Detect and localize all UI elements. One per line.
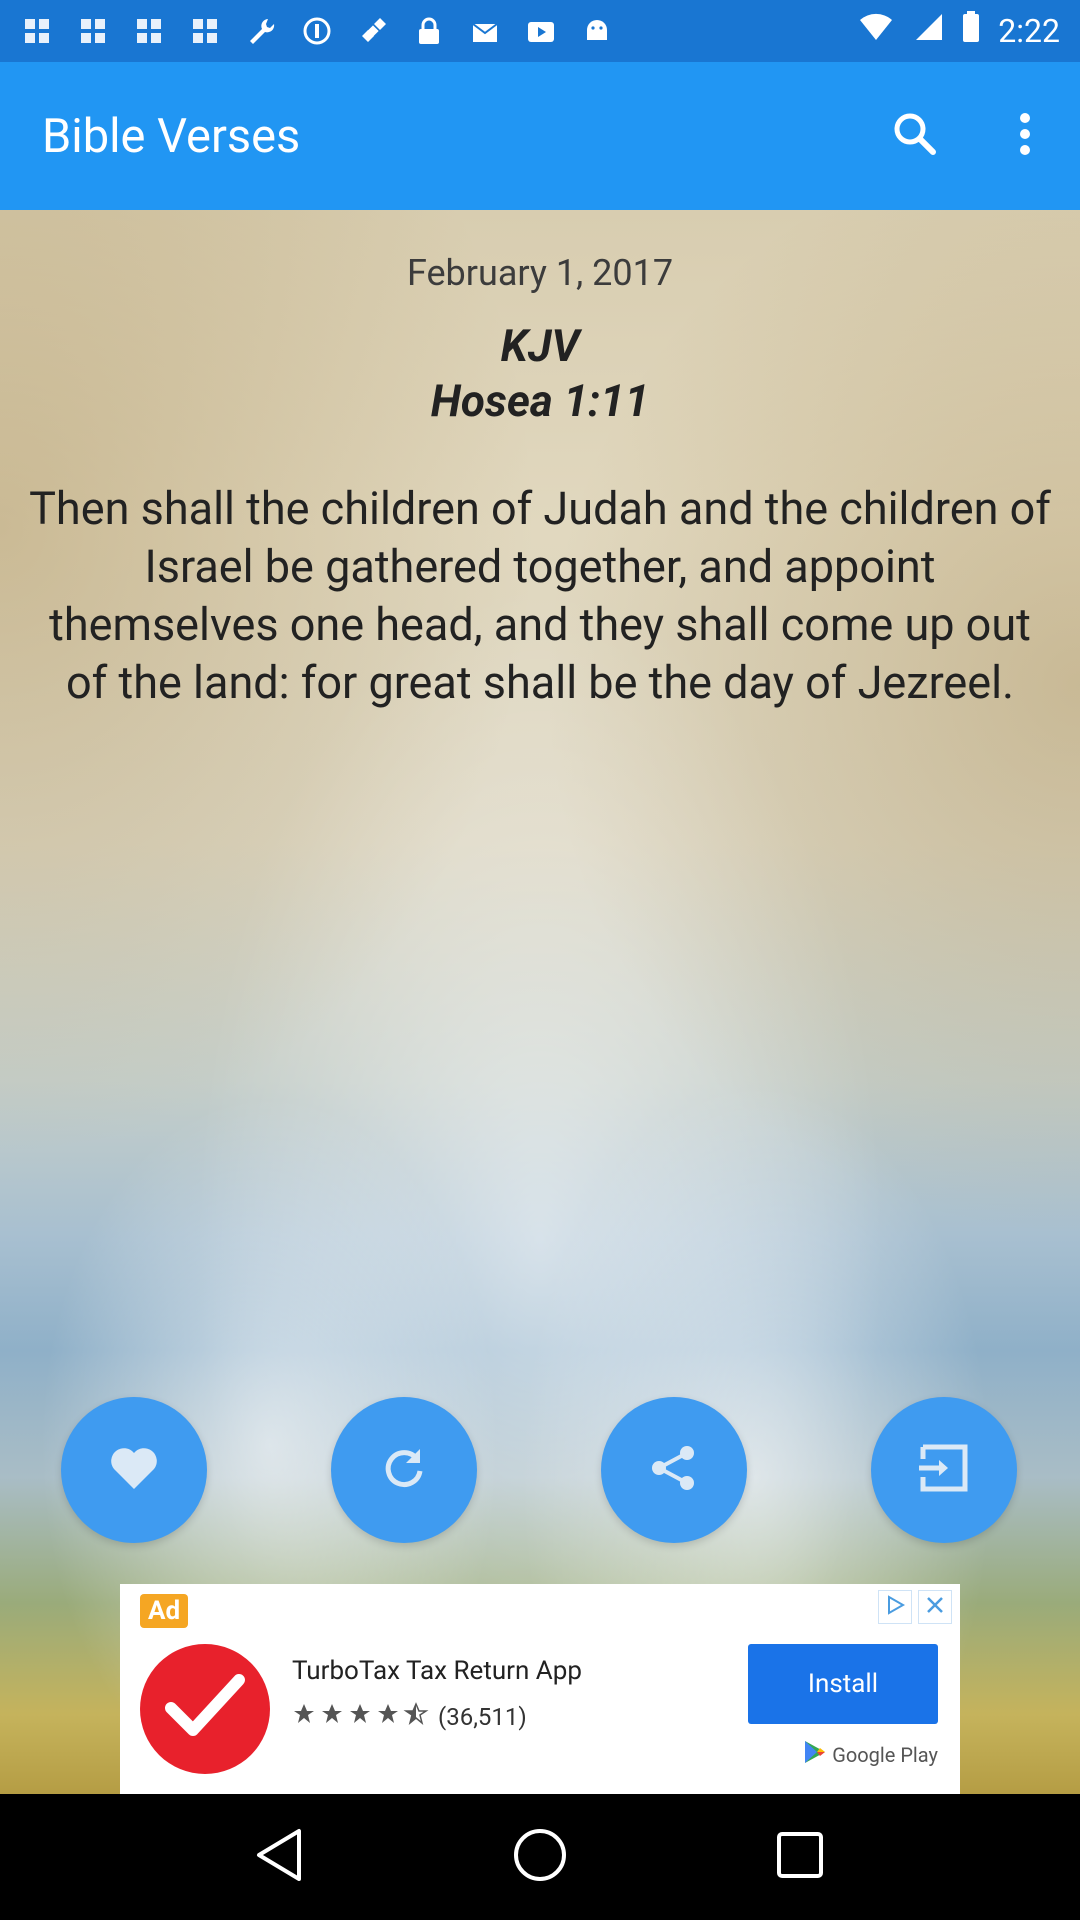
wrench-icon xyxy=(244,14,278,48)
google-play-label: Google Play xyxy=(832,1742,938,1767)
app-bar: Bible Verses xyxy=(0,62,1080,210)
search-button[interactable] xyxy=(860,81,970,191)
overflow-menu-button[interactable] xyxy=(970,81,1080,191)
share-button[interactable] xyxy=(601,1397,747,1543)
youtube-icon xyxy=(524,14,558,48)
signal-icon xyxy=(912,12,944,50)
back-icon xyxy=(255,1827,305,1887)
close-icon xyxy=(924,1594,946,1620)
next-button[interactable] xyxy=(871,1397,1017,1543)
battery-icon xyxy=(962,11,980,51)
checkmark-icon xyxy=(165,1672,245,1746)
ad-info-button[interactable] xyxy=(878,1590,912,1624)
home-button[interactable] xyxy=(500,1817,580,1897)
home-icon xyxy=(512,1827,568,1887)
google-play-badge: Google Play xyxy=(802,1739,938,1770)
turbotax-logo xyxy=(140,1644,270,1774)
fan-icon xyxy=(132,14,166,48)
recents-button[interactable] xyxy=(760,1817,840,1897)
install-button[interactable]: Install xyxy=(748,1644,938,1724)
wifi-icon xyxy=(858,12,894,50)
mail-icon xyxy=(468,14,502,48)
star-rating-icon xyxy=(292,1702,432,1732)
ad-tools xyxy=(878,1590,952,1624)
android-icon xyxy=(580,14,614,48)
google-play-icon xyxy=(802,1739,828,1770)
refresh-icon xyxy=(379,1443,429,1497)
navigation-bar xyxy=(0,1794,1080,1920)
app-title: Bible Verses xyxy=(42,108,301,164)
ad-close-button[interactable] xyxy=(918,1590,952,1624)
satellite-icon xyxy=(356,14,390,48)
favorite-button[interactable] xyxy=(61,1397,207,1543)
heart-icon xyxy=(109,1445,159,1495)
adchoices-icon xyxy=(884,1594,906,1620)
verse-text: Then shall the children of Judah and the… xyxy=(29,482,1051,709)
search-icon xyxy=(890,109,940,163)
verse-reference: Hosea 1:11 xyxy=(430,375,650,427)
ad-banner[interactable]: Ad TurboTax Tax Return App (36,511) Inst… xyxy=(120,1584,960,1794)
lock-icon xyxy=(412,14,446,48)
notification-icons xyxy=(20,14,614,48)
app-actions xyxy=(860,81,1080,191)
back-button[interactable] xyxy=(240,1817,320,1897)
fan-icon xyxy=(20,14,54,48)
verse-date: February 1, 2017 xyxy=(406,252,674,294)
ad-badge: Ad xyxy=(140,1594,189,1628)
status-right: 2:22 xyxy=(858,11,1060,51)
share-icon xyxy=(647,1441,701,1499)
info-icon xyxy=(300,14,334,48)
fan-icon xyxy=(76,14,110,48)
ad-rating-count: (36,511) xyxy=(438,1703,527,1731)
refresh-button[interactable] xyxy=(331,1397,477,1543)
verse-version: KJV xyxy=(500,320,580,372)
exit-icon xyxy=(917,1443,971,1497)
verse-content: February 1, 2017 KJV Hosea 1:11 Then sha… xyxy=(0,210,1080,1794)
ad-rating: (36,511) xyxy=(292,1702,527,1732)
recents-icon xyxy=(775,1830,825,1884)
status-time: 2:22 xyxy=(998,12,1060,50)
fan-icon xyxy=(188,14,222,48)
status-bar: 2:22 xyxy=(0,0,1080,62)
more-vert-icon xyxy=(1019,112,1031,160)
ad-title: TurboTax Tax Return App xyxy=(292,1656,582,1686)
